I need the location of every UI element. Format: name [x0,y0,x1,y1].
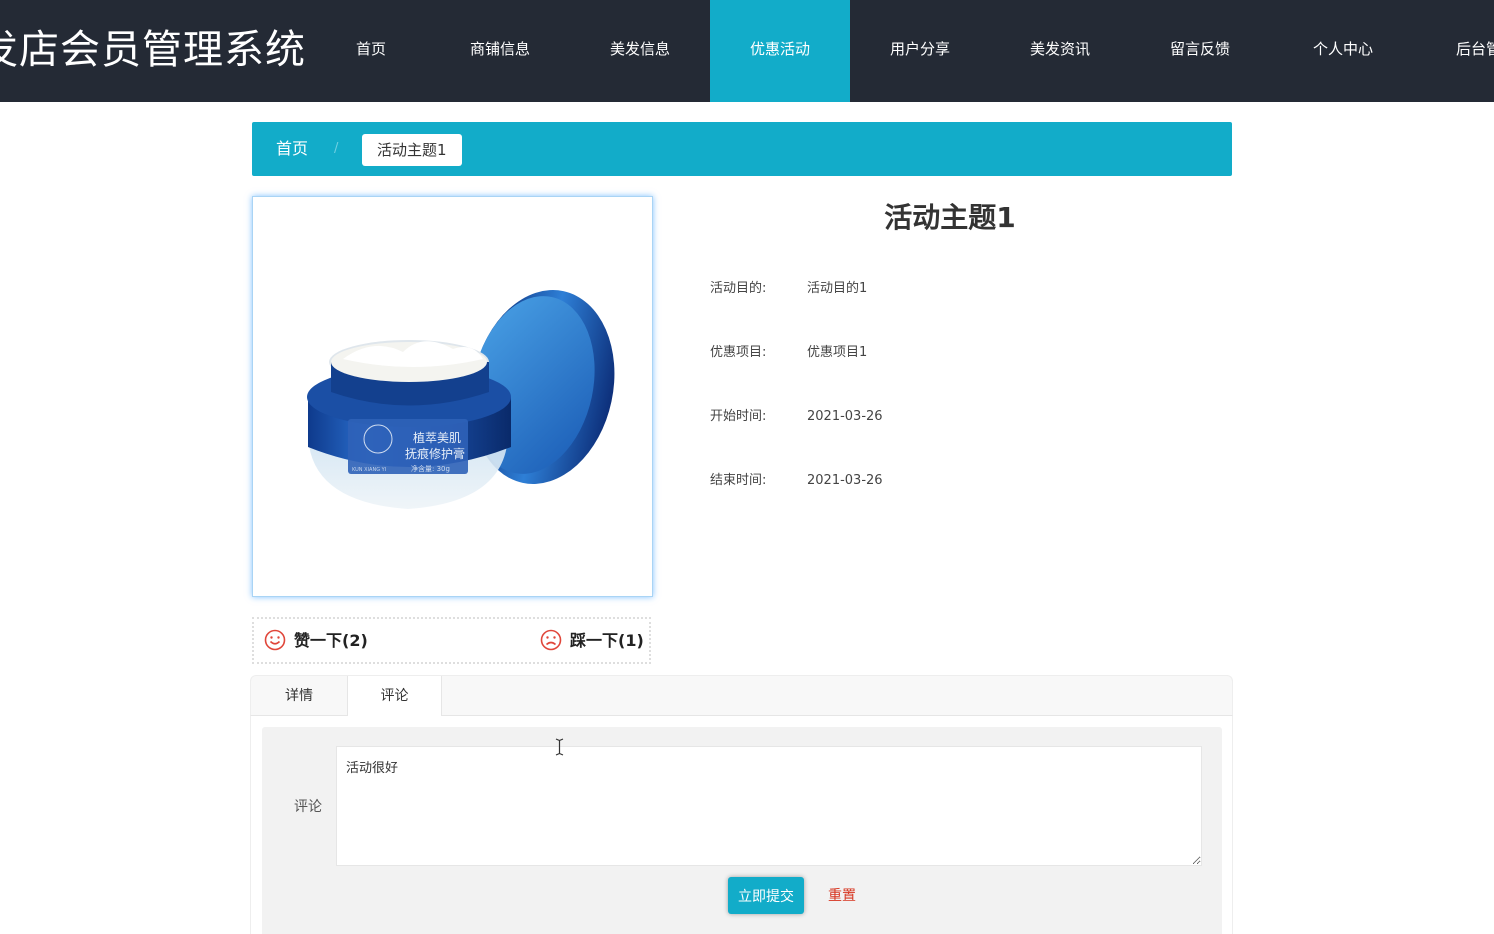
top-navbar: 发店会员管理系统 首页 商铺信息 美发信息 优惠活动 用户分享 美发资讯 留言反… [0,0,1494,102]
detail-row-discount-item: 优惠项目: 优惠项目1 [710,343,867,363]
jar-label-line2: 抚痕修护膏 [405,446,465,461]
detail-label: 开始时间: [710,409,767,424]
site-title: 发店会员管理系统 [0,27,306,73]
nav-item-home[interactable]: 首页 [336,0,406,102]
submit-button[interactable]: 立即提交 [728,877,804,914]
breadcrumb-current: 活动主题1 [362,134,462,166]
detail-label: 结束时间: [710,473,767,488]
breadcrumb: 首页 / 活动主题1 [252,122,1232,176]
nav-item-hair-news[interactable]: 美发资讯 [1015,0,1105,102]
dislike-button[interactable]: 踩一下(1) [540,619,644,662]
smile-icon [264,629,286,650]
nav-item-personal-center[interactable]: 个人中心 [1298,0,1388,102]
reset-button[interactable]: 重置 [828,885,856,905]
like-label: 赞一下(2) [294,631,368,650]
frown-icon [540,629,562,650]
detail-row-purpose: 活动目的: 活动目的1 [710,279,867,299]
tab-bar: 详情 评论 [250,675,1233,717]
jar-label-logo: KUN XIANG YI [352,467,386,473]
activity-title: 活动主题1 [884,201,1016,234]
tab-comments[interactable]: 评论 [347,676,442,717]
jar-label-line3: 净含量: 30g [411,464,450,473]
comment-textarea[interactable]: 活动很好 [336,746,1202,866]
nav-item-promotions[interactable]: 优惠活动 [710,0,850,102]
detail-row-start-time: 开始时间: 2021-03-26 [710,407,883,427]
nav-item-hair-info[interactable]: 美发信息 [595,0,685,102]
breadcrumb-home-link[interactable]: 首页 [276,122,308,176]
nav-item-admin[interactable]: 后台管 [1445,0,1494,102]
jar-label-line1: 植萃美肌 [413,430,461,445]
detail-value: 优惠项目1 [807,345,868,360]
detail-value: 2021-03-26 [807,409,883,424]
dislike-label: 踩一下(1) [570,631,644,650]
nav-item-feedback[interactable]: 留言反馈 [1155,0,1245,102]
comment-label: 评论 [294,799,322,815]
like-button[interactable]: 赞一下(2) [264,619,368,662]
detail-value: 2021-03-26 [807,473,883,488]
detail-label: 优惠项目: [710,345,767,360]
breadcrumb-separator: / [334,141,339,156]
face-cream-jar-image: 植萃美肌 抚痕修护膏 净含量: 30g KUN XIANG YI [307,290,615,509]
detail-row-end-time: 结束时间: 2021-03-26 [710,471,883,491]
text-cursor-icon [555,738,564,756]
nav-item-shop-info[interactable]: 商铺信息 [455,0,545,102]
tab-details[interactable]: 详情 [251,676,347,716]
vote-box: 赞一下(2) 踩一下(1) [252,617,651,664]
product-image-frame: 植萃美肌 抚痕修护膏 净含量: 30g KUN XIANG YI [252,196,653,597]
detail-value: 活动目的1 [807,281,868,296]
nav-item-user-share[interactable]: 用户分享 [875,0,965,102]
detail-label: 活动目的: [710,281,767,296]
